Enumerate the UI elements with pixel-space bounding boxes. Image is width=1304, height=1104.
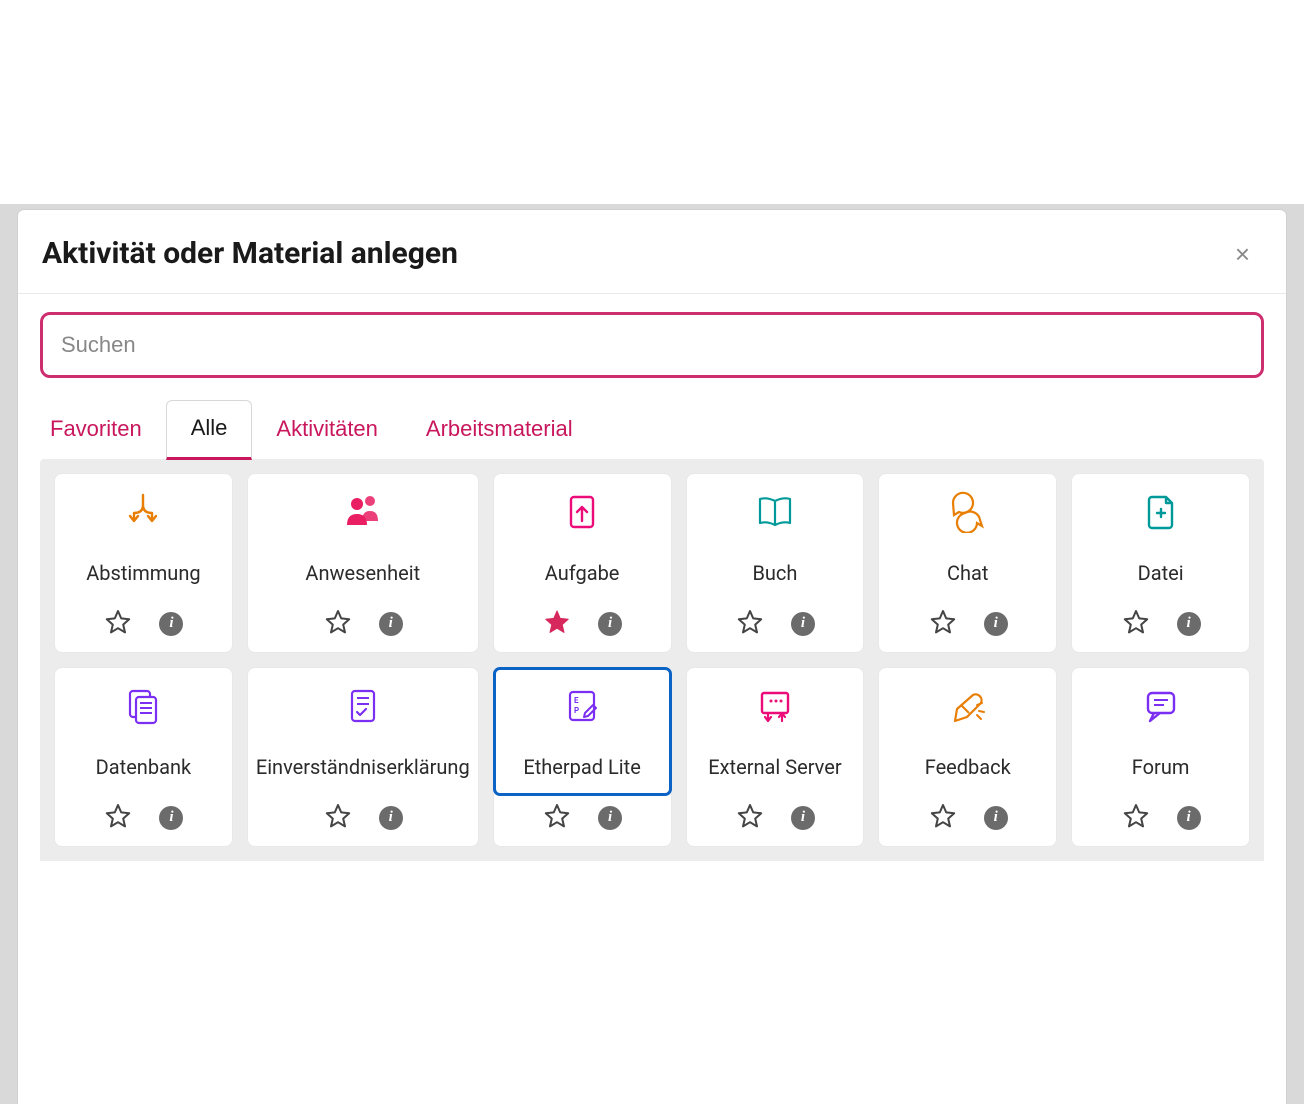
activity-label: Anwesenheit xyxy=(305,551,420,597)
activity-actions: i xyxy=(542,601,622,652)
star-button[interactable] xyxy=(103,607,133,640)
search-input[interactable] xyxy=(40,312,1264,378)
activity-grid: AbstimmungiAnwesenheitiAufgabeiBuchiChat… xyxy=(54,473,1250,847)
info-button[interactable]: i xyxy=(379,806,403,830)
activity-actions: i xyxy=(323,601,403,652)
activity-card[interactable]: Datei i xyxy=(1071,473,1250,653)
activity-card-top[interactable]: Datenbank xyxy=(55,668,232,795)
info-button[interactable]: i xyxy=(1177,612,1201,636)
activity-actions: i xyxy=(323,795,403,846)
activity-card[interactable]: External Server i xyxy=(686,667,865,847)
activity-card[interactable]: Abstimmung i xyxy=(54,473,233,653)
modal-title: Aktivität oder Material anlegen xyxy=(42,236,458,271)
info-button[interactable]: i xyxy=(1177,806,1201,830)
activity-label: Datenbank xyxy=(96,745,192,791)
activity-card-top[interactable]: Chat xyxy=(879,474,1056,601)
activity-label: Einverständniserklärung xyxy=(256,745,470,791)
activity-card-top[interactable]: Buch xyxy=(687,474,864,601)
activity-label: Aufgabe xyxy=(545,551,620,597)
activity-actions: i xyxy=(928,795,1008,846)
activity-label: Forum xyxy=(1132,745,1190,791)
info-button[interactable]: i xyxy=(598,806,622,830)
info-button[interactable]: i xyxy=(598,612,622,636)
star-button[interactable] xyxy=(1121,801,1151,834)
forum-icon xyxy=(1140,681,1182,731)
activity-chooser-modal: Aktivität oder Material anlegen × Favori… xyxy=(18,210,1286,1104)
activity-card-top[interactable]: Abstimmung xyxy=(55,474,232,601)
modal-body: Favoriten Alle Aktivitäten Arbeitsmateri… xyxy=(18,294,1286,1104)
choice-icon xyxy=(122,487,164,537)
consent-icon xyxy=(342,681,384,731)
tab-favorites[interactable]: Favoriten xyxy=(40,400,166,460)
star-button[interactable] xyxy=(542,607,572,640)
activity-label: Abstimmung xyxy=(86,551,200,597)
file-icon xyxy=(1140,487,1182,537)
activity-card-top[interactable]: Datei xyxy=(1072,474,1249,601)
activity-card-top[interactable]: Aufgabe xyxy=(494,474,671,601)
etherpad-icon xyxy=(561,681,603,731)
activity-card-top[interactable]: Forum xyxy=(1072,668,1249,795)
star-button[interactable] xyxy=(323,801,353,834)
star-button[interactable] xyxy=(1121,607,1151,640)
activity-card[interactable]: Chat i xyxy=(878,473,1057,653)
activity-card[interactable]: Datenbank i xyxy=(54,667,233,847)
assignment-icon xyxy=(561,487,603,537)
activity-card[interactable]: Aufgabe i xyxy=(493,473,672,653)
book-icon xyxy=(754,487,796,537)
chat-icon xyxy=(947,487,989,537)
activity-card-top[interactable]: Feedback xyxy=(879,668,1056,795)
activity-actions: i xyxy=(103,795,183,846)
star-button[interactable] xyxy=(542,801,572,834)
activity-card[interactable]: Anwesenheit i xyxy=(247,473,479,653)
star-button[interactable] xyxy=(735,607,765,640)
feedback-icon xyxy=(947,681,989,731)
activity-actions: i xyxy=(735,601,815,652)
star-button[interactable] xyxy=(928,801,958,834)
activity-card[interactable]: Buch i xyxy=(686,473,865,653)
activity-actions: i xyxy=(103,601,183,652)
activity-label: Datei xyxy=(1138,551,1184,597)
activity-card-top[interactable]: External Server xyxy=(687,668,864,795)
info-button[interactable]: i xyxy=(159,612,183,636)
modal-header: Aktivität oder Material anlegen × xyxy=(18,210,1286,294)
info-button[interactable]: i xyxy=(791,612,815,636)
activity-label: Chat xyxy=(947,551,988,597)
activity-card[interactable]: Einverständniserklärung i xyxy=(247,667,479,847)
activity-label: Feedback xyxy=(925,745,1011,791)
tab-activities[interactable]: Aktivitäten xyxy=(252,400,402,460)
activity-actions: i xyxy=(928,601,1008,652)
attendance-icon xyxy=(342,487,384,537)
external-icon xyxy=(754,681,796,731)
info-button[interactable]: i xyxy=(984,612,1008,636)
activity-actions: i xyxy=(1121,601,1201,652)
activity-actions: i xyxy=(542,795,622,846)
star-button[interactable] xyxy=(735,801,765,834)
activity-grid-wrap: AbstimmungiAnwesenheitiAufgabeiBuchiChat… xyxy=(40,459,1264,861)
info-button[interactable]: i xyxy=(791,806,815,830)
search-wrap xyxy=(40,312,1264,378)
star-button[interactable] xyxy=(323,607,353,640)
database-icon xyxy=(122,681,164,731)
activity-label: External Server xyxy=(708,745,841,791)
tab-all[interactable]: Alle xyxy=(166,400,253,460)
activity-actions: i xyxy=(1121,795,1201,846)
info-button[interactable]: i xyxy=(379,612,403,636)
star-button[interactable] xyxy=(103,801,133,834)
info-button[interactable]: i xyxy=(984,806,1008,830)
close-button[interactable]: × xyxy=(1229,237,1256,271)
activity-card-top[interactable]: Einverständniserklärung xyxy=(248,668,478,795)
star-button[interactable] xyxy=(928,607,958,640)
activity-label: Etherpad Lite xyxy=(523,745,640,791)
tab-resources[interactable]: Arbeitsmaterial xyxy=(402,400,597,460)
activity-actions: i xyxy=(735,795,815,846)
activity-card[interactable]: Feedback i xyxy=(878,667,1057,847)
activity-card-top[interactable]: Etherpad Lite xyxy=(494,668,671,795)
tabs: Favoriten Alle Aktivitäten Arbeitsmateri… xyxy=(40,400,1264,460)
activity-card[interactable]: Etherpad Lite i xyxy=(493,667,672,847)
info-button[interactable]: i xyxy=(159,806,183,830)
activity-card[interactable]: Forum i xyxy=(1071,667,1250,847)
activity-card-top[interactable]: Anwesenheit xyxy=(248,474,478,601)
activity-label: Buch xyxy=(752,551,797,597)
